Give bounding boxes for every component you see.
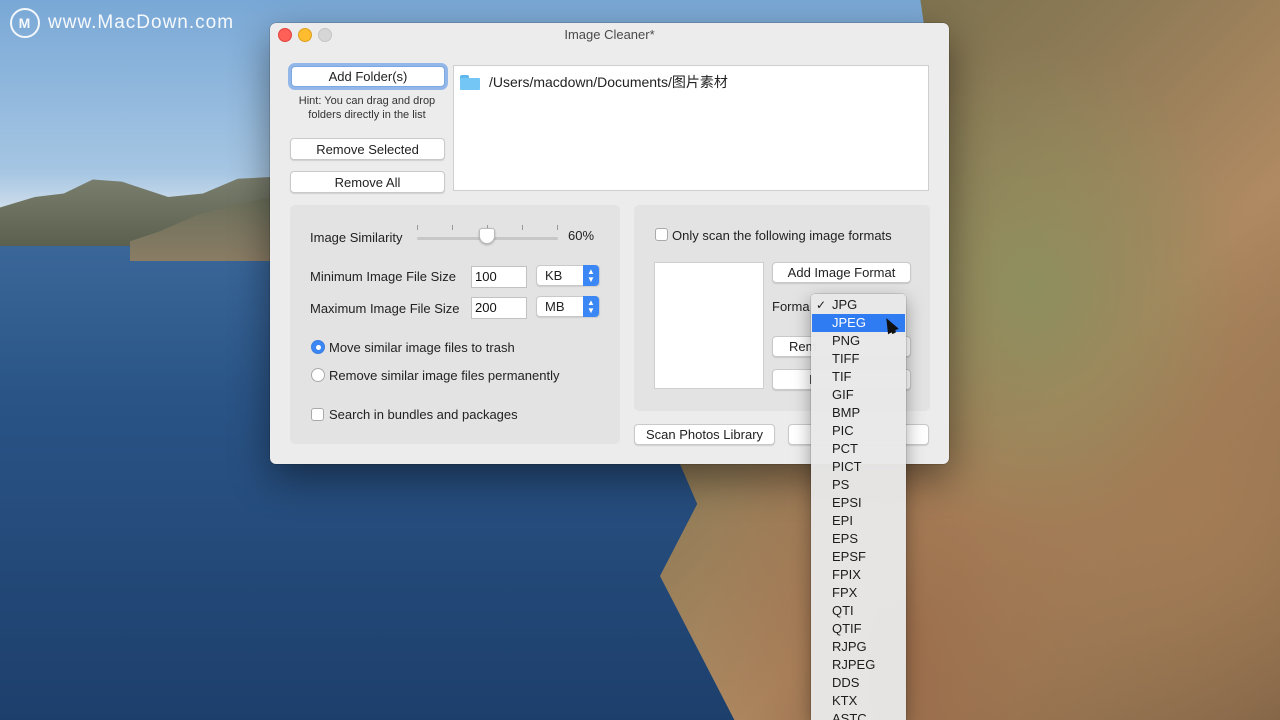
menu-item-format[interactable]: FPIX: [811, 566, 906, 584]
min-size-field[interactable]: 100: [471, 266, 527, 288]
add-image-format-button[interactable]: Add Image Format: [772, 262, 911, 283]
move-to-trash-radio[interactable]: [311, 340, 325, 354]
max-size-field[interactable]: 200: [471, 297, 527, 319]
slider-tick: [452, 225, 453, 230]
move-to-trash-label[interactable]: Move similar image files to trash: [329, 340, 515, 355]
menu-item-format[interactable]: EPS: [811, 530, 906, 548]
chevron-updown-icon: ▲ ▼: [583, 265, 599, 286]
max-size-unit-value: MB: [545, 299, 565, 314]
menu-item-format[interactable]: KTX: [811, 692, 906, 710]
drag-drop-hint: Hint: You can drag and drop folders dire…: [298, 95, 436, 121]
min-size-unit-select[interactable]: KB ▲ ▼: [536, 265, 600, 286]
remove-all-button[interactable]: Remove All: [290, 171, 445, 193]
menu-item-format[interactable]: QTI: [811, 602, 906, 620]
similarity-value: 60%: [568, 228, 595, 243]
bundles-label[interactable]: Search in bundles and packages: [329, 407, 518, 422]
menu-item-format[interactable]: EPSI: [811, 494, 906, 512]
menu-item-format[interactable]: QTIF: [811, 620, 906, 638]
similarity-slider-knob[interactable]: [479, 228, 495, 244]
slider-tick: [417, 225, 418, 230]
only-scan-label[interactable]: Only scan the following image formats: [672, 228, 892, 243]
menu-item-format[interactable]: DDS: [811, 674, 906, 692]
menu-item-format[interactable]: PIC: [811, 422, 906, 440]
menu-item-format[interactable]: PS: [811, 476, 906, 494]
min-size-label: Minimum Image File Size: [310, 269, 456, 284]
format-list[interactable]: [654, 262, 764, 389]
remove-permanently-label[interactable]: Remove similar image files permanently: [329, 368, 559, 383]
menu-item-format[interactable]: PCT: [811, 440, 906, 458]
max-size-label: Maximum Image File Size: [310, 301, 460, 316]
format-label: Forma: [772, 299, 810, 314]
checkmark-icon: ✓: [816, 298, 827, 312]
similarity-label: Image Similarity: [310, 230, 403, 245]
folder-icon: [460, 74, 480, 90]
chevron-updown-icon: ▲ ▼: [583, 296, 599, 317]
menu-item-format[interactable]: BMP: [811, 404, 906, 422]
menu-item-format[interactable]: ✓ JPG: [811, 296, 906, 314]
only-scan-checkbox[interactable]: [655, 228, 668, 241]
format-dropdown-menu[interactable]: ✓ JPG JPEG PNG TIFF TIF GIF BMP PIC PCT P…: [811, 294, 906, 720]
add-folders-button[interactable]: Add Folder(s): [291, 66, 445, 87]
menu-item-format[interactable]: RJPEG: [811, 656, 906, 674]
remove-permanently-radio[interactable]: [311, 368, 325, 382]
scan-photos-library-button[interactable]: Scan Photos Library: [634, 424, 775, 445]
menu-item-format[interactable]: PICT: [811, 458, 906, 476]
slider-tick: [557, 225, 558, 230]
menu-item-format[interactable]: ASTC: [811, 710, 906, 720]
menu-item-format[interactable]: EPSF: [811, 548, 906, 566]
menu-item-format[interactable]: TIFF: [811, 350, 906, 368]
zoom-window-icon: [318, 28, 332, 42]
menu-item-format[interactable]: RJPG: [811, 638, 906, 656]
max-size-unit-select[interactable]: MB ▲ ▼: [536, 296, 600, 317]
title-bar[interactable]: Image Cleaner*: [270, 23, 949, 45]
watermark-text: www.MacDown.com: [48, 12, 235, 33]
remove-selected-button[interactable]: Remove Selected: [290, 138, 445, 160]
folder-list[interactable]: /Users/macdown/Documents/图片素材: [453, 65, 929, 191]
folder-path: /Users/macdown/Documents/图片素材: [489, 74, 728, 90]
menu-item-format[interactable]: EPI: [811, 512, 906, 530]
menu-item-format[interactable]: PNG: [811, 332, 906, 350]
watermark-logo-icon: M: [10, 8, 40, 38]
menu-item-format[interactable]: FPX: [811, 584, 906, 602]
slider-tick: [522, 225, 523, 230]
min-size-unit-value: KB: [545, 268, 563, 283]
menu-item-format[interactable]: TIF: [811, 368, 906, 386]
list-item[interactable]: /Users/macdown/Documents/图片素材: [460, 72, 728, 92]
window-title: Image Cleaner*: [564, 26, 655, 42]
bundles-checkbox[interactable]: [311, 408, 324, 421]
menu-item-format[interactable]: GIF: [811, 386, 906, 404]
close-window-icon[interactable]: [278, 28, 292, 42]
minimize-window-icon[interactable]: [298, 28, 312, 42]
watermark: M www.MacDown.com: [10, 8, 234, 38]
